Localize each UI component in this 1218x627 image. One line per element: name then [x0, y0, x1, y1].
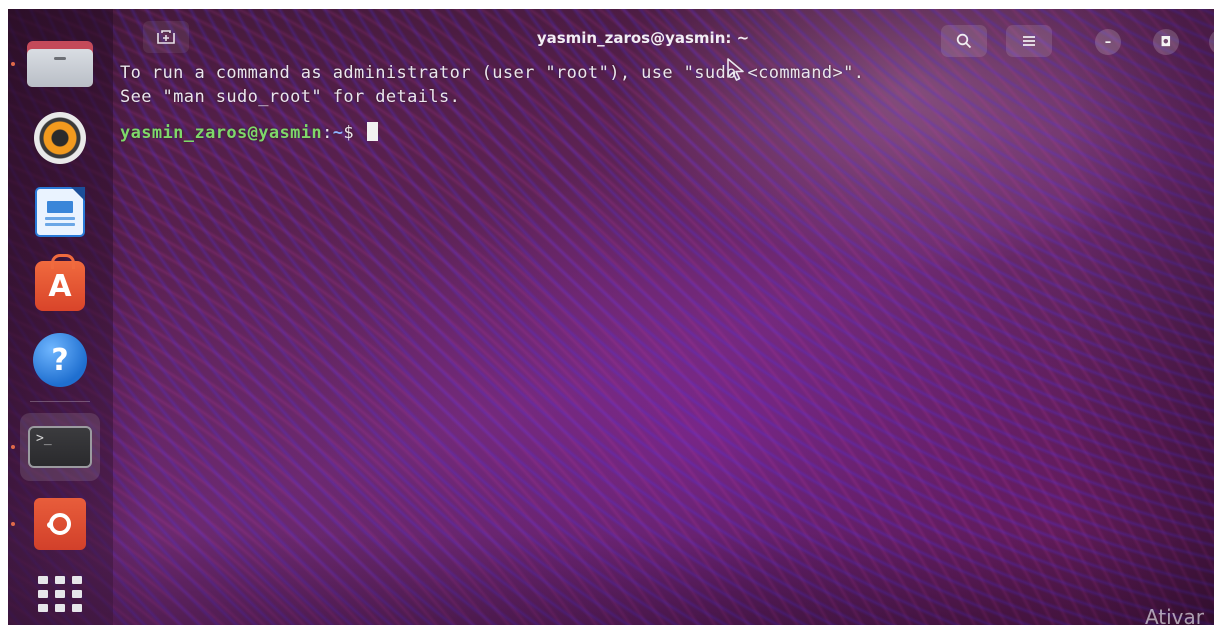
running-indicator [11, 522, 15, 526]
mouse-pointer-icon [727, 58, 744, 81]
prompt-symbol: $ [343, 123, 365, 143]
prompt-path: ~ [332, 123, 344, 143]
ubuntu-dock: A ? >_ [8, 9, 113, 625]
terminal-line: To run a command as administrator (user … [120, 63, 865, 83]
screen-photo: A ? >_ yasmin_zaros@yasmin: ~ – ◘ To run… [8, 9, 1214, 625]
running-indicator [11, 62, 15, 66]
prompt-line[interactable]: yasmin_zaros@yasmin:~$ [120, 121, 864, 145]
app-grid-icon [38, 574, 82, 614]
dock-item-rhythmbox[interactable] [20, 107, 100, 169]
document-icon [35, 187, 85, 237]
terminal-icon: >_ [28, 426, 92, 468]
speaker-icon [34, 112, 86, 164]
new-tab-icon [157, 30, 175, 44]
prompt-user-host: yasmin_zaros@yasmin [120, 123, 323, 143]
window-title: yasmin_zaros@yasmin: ~ [536, 29, 750, 47]
terminal-headerbar: yasmin_zaros@yasmin: ~ – ◘ [113, 9, 1214, 65]
store-bag-icon: A [35, 254, 85, 311]
terminal-output[interactable]: To run a command as administrator (user … [120, 61, 864, 145]
dock-item-ubuntu[interactable] [11, 493, 100, 555]
running-indicator [11, 445, 15, 449]
prompt-colon: : [322, 123, 333, 143]
terminal-line: See "man sudo_root" for details. [120, 87, 461, 107]
search-button[interactable] [941, 25, 987, 57]
ubuntu-logo-icon [34, 498, 86, 550]
dock-item-software[interactable]: A [20, 254, 100, 317]
search-icon [956, 33, 972, 49]
help-icon: ? [33, 333, 87, 387]
dock-item-show-apps[interactable] [20, 563, 100, 625]
menu-button[interactable] [1006, 25, 1052, 57]
close-button[interactable] [1209, 29, 1214, 55]
dock-item-help[interactable]: ? [20, 329, 100, 391]
text-cursor [366, 122, 378, 141]
new-tab-button[interactable] [143, 21, 189, 53]
hamburger-menu-icon [1023, 36, 1035, 46]
maximize-button[interactable]: ◘ [1153, 29, 1179, 55]
dock-item-writer[interactable] [20, 181, 100, 243]
dock-item-files[interactable] [11, 33, 100, 95]
dock-separator [30, 401, 90, 402]
minimize-button[interactable]: – [1095, 29, 1121, 55]
activate-windows-watermark: Ativar [1144, 605, 1204, 625]
folder-icon [27, 41, 93, 87]
dock-item-terminal[interactable]: >_ [11, 413, 100, 481]
